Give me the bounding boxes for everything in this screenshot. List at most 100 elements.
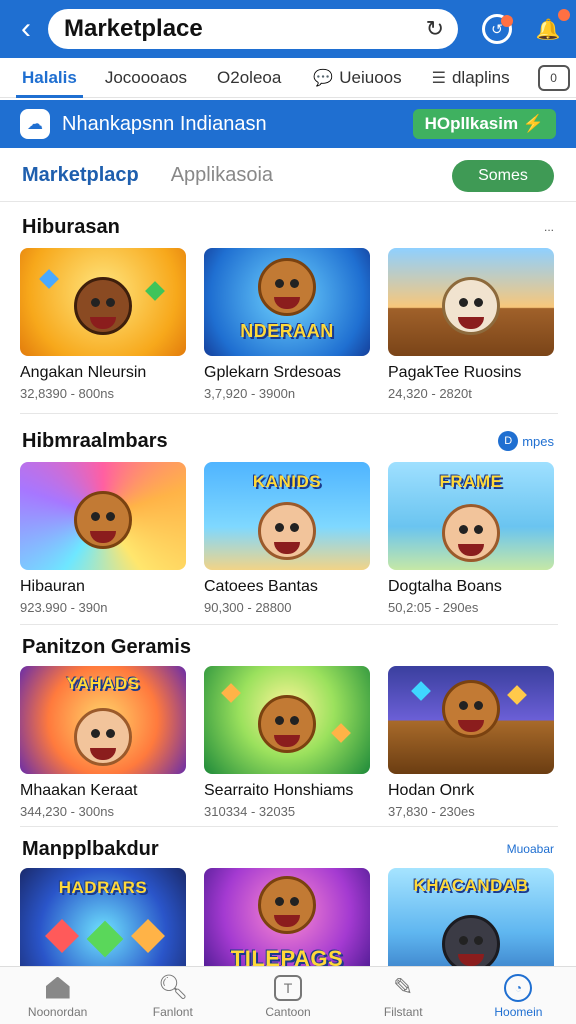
app-meta: 50,2:05 - 290es [388,600,479,615]
section-more-link[interactable]: Dmpes [498,431,554,451]
nav-search[interactable]: 🔍︎ Fanlont [115,967,230,1024]
tab-label: Ueiuoos [339,67,402,87]
app-thumbnail [388,248,554,356]
bear-mascot-icon [442,680,500,739]
mascot-mouth [90,747,116,760]
refresh-icon[interactable]: ↻ [426,16,444,42]
section-divider [20,624,558,625]
nav-filter[interactable]: ✎ Filstant [346,967,461,1024]
app-thumbnail [20,248,186,356]
banner-text: Nhankapsnn Indianasn [62,112,267,135]
app-screen: ‹ Marketplace ↻ ↺ 🔔 Halalis Jocoooaos O2… [0,0,576,1024]
app-name: PagakTee Ruosins [388,364,522,381]
app-meta: 37,830 - 230es [388,804,475,819]
top-bar: ‹ Marketplace ↻ ↺ 🔔 [0,0,576,58]
app-card[interactable]: Hibauran 923.990 - 390n [20,462,186,615]
tab-dlaplins[interactable]: ☰ dlaplins [432,58,510,98]
bear-mascot-icon [258,695,316,754]
search-icon: 🔍︎ [157,974,189,1001]
section-more-link[interactable]: Muoabar [507,842,554,856]
mascot-mouth [458,316,484,329]
chevron-left-icon: ‹ [21,12,31,45]
bear-mascot-icon [258,875,316,934]
segment-marketplace[interactable]: Marketplacp [22,164,139,187]
dice-icon [131,919,165,953]
tab-o2oleoa[interactable]: O2oleoa [217,58,281,98]
app-card[interactable]: PagakTee Ruosins 24,320 - 2820t [388,248,554,401]
section-divider [20,413,558,414]
dice-icon [45,919,79,953]
app-art-label: FRAME [439,472,503,491]
segment-applikasi[interactable]: Applikasoia [171,164,273,187]
promo-banner: ☁ Nhankapsnn Indianasn HOpllkasim ⚡ [0,100,576,148]
bell-icon[interactable]: 🔔 [530,9,570,47]
tab-jocoooaos[interactable]: Jocoooaos [105,58,187,98]
tab-bar: Halalis Jocoooaos O2oleoa 💬 Ueiuoos ☰ dlap… [0,58,576,98]
app-name: Searraito Honshiams [204,782,354,799]
nav-label: Fanlont [152,1004,193,1019]
nav-label: Hoomein [494,1004,543,1019]
app-card[interactable]: Searraito Honshiams 310334 - 32035 [204,666,370,819]
home-icon [45,973,70,1003]
app-thumbnail [20,462,186,570]
mascot-mouth [90,530,116,543]
box-icon: T [274,973,302,1003]
app-meta: 24,320 - 2820t [388,386,472,401]
kid-mascot-icon [74,708,132,767]
app-card[interactable]: TILEPAGS [204,868,370,976]
nav-label: Cantoon [265,1004,311,1019]
notification-dot [501,15,513,27]
tab-extra[interactable]: 0 [537,58,570,98]
app-meta: 3,7,920 - 3900n [204,386,296,401]
tab-label: Jocoooaos [104,67,188,87]
app-card[interactable]: Hodan Onrk 37,830 - 230es [388,666,554,819]
mascot-mouth [274,297,300,310]
back-button[interactable]: ‹ [10,9,42,49]
app-thumbnail: YAHADS [20,666,186,774]
mascot-mouth [458,953,484,966]
card-row: Hibauran 923.990 - 390n KANIDS Catoees B… [0,462,576,615]
mascot-mouth [458,719,484,732]
kid-mascot-icon [442,504,500,563]
app-card[interactable]: FRAME Dogtalha Boans 50,2:05 - 290es [388,462,554,615]
app-name: Gplekarn Srdesoas [204,364,341,381]
square-icon: 0 [537,64,570,91]
app-art-label: KHACANDAB [413,876,529,895]
nav-label: Filstant [383,1004,423,1019]
section-title: Manpplbakdur [22,837,159,860]
app-thumbnail [204,666,370,774]
app-card[interactable]: KHACANDAB [388,868,554,976]
app-art-label: NDERAAN [240,321,334,341]
app-thumbnail: HADRARS [20,868,186,976]
title-bar-field[interactable]: Marketplace ↻ [48,9,458,49]
refresh-circle-icon[interactable]: ↺ [482,14,513,44]
mascot-icon [74,277,132,336]
nav-profile[interactable]: ◔ Hoomein [461,967,576,1024]
banner-button[interactable]: HOpllkasim ⚡ [412,109,556,139]
app-card[interactable]: Angakan Nleursin 32,8390 - 800ns [20,248,186,401]
profile-circle-icon: ◔ [504,973,533,1003]
app-art-label: KANIDS [252,472,322,491]
list-icon: ☰ [431,69,446,87]
app-name: Hodan Onrk [388,782,475,799]
mascot-mouth [274,541,300,554]
app-name: Catoees Bantas [204,578,318,595]
nav-content[interactable]: T Cantoon [230,967,345,1024]
tab-label: Halalis [22,67,77,87]
app-card[interactable]: YAHADS Mhaakan Keraat 344,230 - 300ns [20,666,186,819]
app-thumbnail [388,666,554,774]
mascot-mouth [274,915,300,928]
app-card[interactable]: HADRARS [20,868,186,976]
games-button[interactable]: Somes [452,159,554,192]
app-thumbnail: FRAME [388,462,554,570]
app-card[interactable]: KANIDS Catoees Bantas 90,300 - 28800 [204,462,370,615]
sparkle-icon [507,685,527,705]
app-card[interactable]: NDERAAN Gplekarn Srdesoas 3,7,920 - 3900… [204,248,370,401]
tab-ueiuoos[interactable]: 💬 Ueiuoos [313,58,401,98]
nav-home[interactable]: Noonordan [0,967,115,1024]
section-title: Hiburasan [22,215,120,238]
section-more-link[interactable]: ... [544,220,554,234]
tab-halalis[interactable]: Halalis [16,58,83,98]
sparkle-icon [145,281,165,301]
notification-dot [558,9,570,21]
